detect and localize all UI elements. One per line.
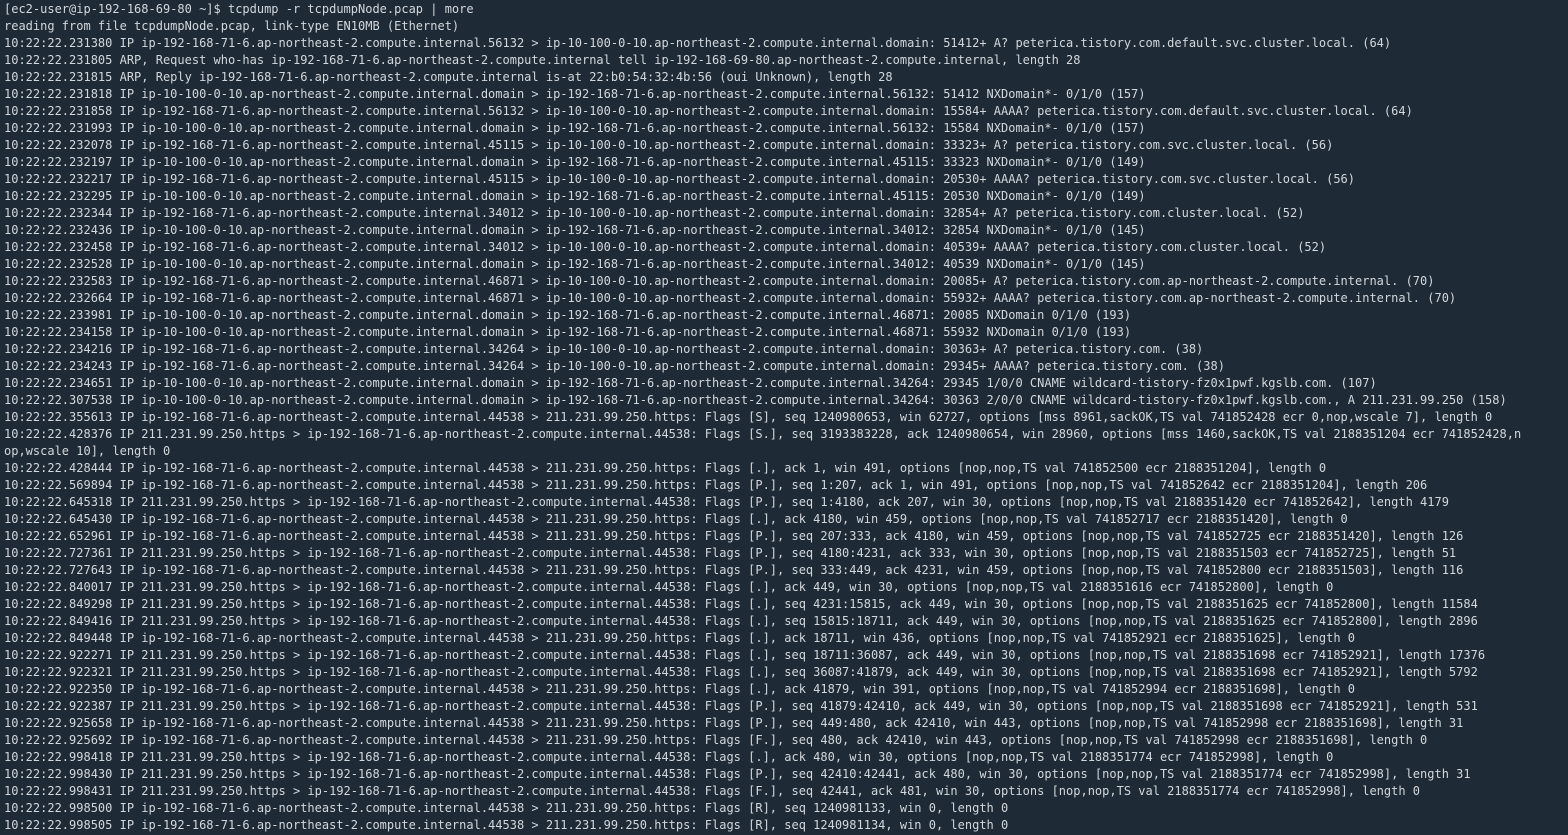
output-line: 10:22:22.922271 IP 211.231.99.250.https …: [4, 648, 1486, 662]
output-line: 10:22:22.355613 IP ip-192-168-71-6.ap-no…: [4, 410, 1493, 424]
output-line: 10:22:22.645430 IP ip-192-168-71-6.ap-no…: [4, 512, 1348, 526]
output-line: 10:22:22.998500 IP ip-192-168-71-6.ap-no…: [4, 801, 1009, 815]
output-line: 10:22:22.232344 IP ip-192-168-71-6.ap-no…: [4, 206, 1305, 220]
output-line: 10:22:22.232078 IP ip-192-168-71-6.ap-no…: [4, 138, 1334, 152]
output-line: 10:22:22.998418 IP 211.231.99.250.https …: [4, 750, 1334, 764]
output-line: 10:22:22.652961 IP ip-192-168-71-6.ap-no…: [4, 529, 1464, 543]
command-prompt-line: [ec2-user@ip-192-168-69-80 ~]$ tcpdump -…: [4, 2, 474, 16]
output-line: 10:22:22.307538 IP ip-10-100-0-10.ap-nor…: [4, 393, 1507, 407]
output-line: 10:22:22.232436 IP ip-10-100-0-10.ap-nor…: [4, 223, 1146, 237]
output-line: 10:22:22.232217 IP ip-192-168-71-6.ap-no…: [4, 172, 1356, 186]
output-line: 10:22:22.231805 ARP, Request who-has ip-…: [4, 53, 1081, 67]
output-line: 10:22:22.232664 IP ip-192-168-71-6.ap-no…: [4, 291, 1457, 305]
output-line: 10:22:22.849448 IP ip-192-168-71-6.ap-no…: [4, 631, 1356, 645]
output-line: 10:22:22.232197 IP ip-10-100-0-10.ap-nor…: [4, 155, 1146, 169]
output-line: 10:22:22.922321 IP 211.231.99.250.https …: [4, 665, 1478, 679]
output-line: 10:22:22.922350 IP ip-192-168-71-6.ap-no…: [4, 682, 1356, 696]
output-line: 10:22:22.234243 IP ip-192-168-71-6.ap-no…: [4, 359, 1225, 373]
output-line: 10:22:22.727361 IP 211.231.99.250.https …: [4, 546, 1457, 560]
output-line: 10:22:22.925692 IP ip-192-168-71-6.ap-no…: [4, 733, 1428, 747]
output-line: 10:22:22.232295 IP ip-10-100-0-10.ap-nor…: [4, 189, 1146, 203]
terminal-output: [ec2-user@ip-192-168-69-80 ~]$ tcpdump -…: [4, 1, 1568, 834]
output-line: op,wscale 10], length 0: [4, 444, 171, 458]
output-line: 10:22:22.231815 ARP, Reply ip-192-168-71…: [4, 70, 893, 84]
output-line: 10:22:22.645318 IP 211.231.99.250.https …: [4, 495, 1449, 509]
output-line: 10:22:22.849298 IP 211.231.99.250.https …: [4, 597, 1478, 611]
terminal-window[interactable]: [ec2-user@ip-192-168-69-80 ~]$ tcpdump -…: [0, 0, 1568, 835]
output-line: 10:22:22.922387 IP 211.231.99.250.https …: [4, 699, 1478, 713]
output-line: 10:22:22.428444 IP ip-192-168-71-6.ap-no…: [4, 461, 1327, 475]
output-line: 10:22:22.231818 IP ip-10-100-0-10.ap-nor…: [4, 87, 1146, 101]
output-line: 10:22:22.727643 IP ip-192-168-71-6.ap-no…: [4, 563, 1464, 577]
output-line: reading from file tcpdumpNode.pcap, link…: [4, 19, 460, 33]
output-line: 10:22:22.569894 IP ip-192-168-71-6.ap-no…: [4, 478, 1428, 492]
output-line: 10:22:22.428376 IP 211.231.99.250.https …: [4, 427, 1522, 441]
output-line: 10:22:22.231993 IP ip-10-100-0-10.ap-nor…: [4, 121, 1146, 135]
output-line: 10:22:22.233981 IP ip-10-100-0-10.ap-nor…: [4, 308, 1132, 322]
output-line: 10:22:22.232583 IP ip-192-168-71-6.ap-no…: [4, 274, 1435, 288]
output-line: 10:22:22.232528 IP ip-10-100-0-10.ap-nor…: [4, 257, 1146, 271]
output-line: 10:22:22.998431 IP 211.231.99.250.https …: [4, 784, 1421, 798]
output-line: 10:22:22.849416 IP 211.231.99.250.https …: [4, 614, 1478, 628]
output-line: 10:22:22.234216 IP ip-192-168-71-6.ap-no…: [4, 342, 1204, 356]
output-line: 10:22:22.234158 IP ip-10-100-0-10.ap-nor…: [4, 325, 1132, 339]
output-line: 10:22:22.998430 IP 211.231.99.250.https …: [4, 767, 1471, 781]
output-line: 10:22:22.234651 IP ip-10-100-0-10.ap-nor…: [4, 376, 1377, 390]
output-line: 10:22:22.840017 IP 211.231.99.250.https …: [4, 580, 1334, 594]
output-line: 10:22:22.231380 IP ip-192-168-71-6.ap-no…: [4, 36, 1392, 50]
output-line: 10:22:22.232458 IP ip-192-168-71-6.ap-no…: [4, 240, 1327, 254]
output-line: 10:22:22.998505 IP ip-192-168-71-6.ap-no…: [4, 818, 1009, 832]
output-line: 10:22:22.925658 IP ip-192-168-71-6.ap-no…: [4, 716, 1464, 730]
output-line: 10:22:22.231858 IP ip-192-168-71-6.ap-no…: [4, 104, 1413, 118]
